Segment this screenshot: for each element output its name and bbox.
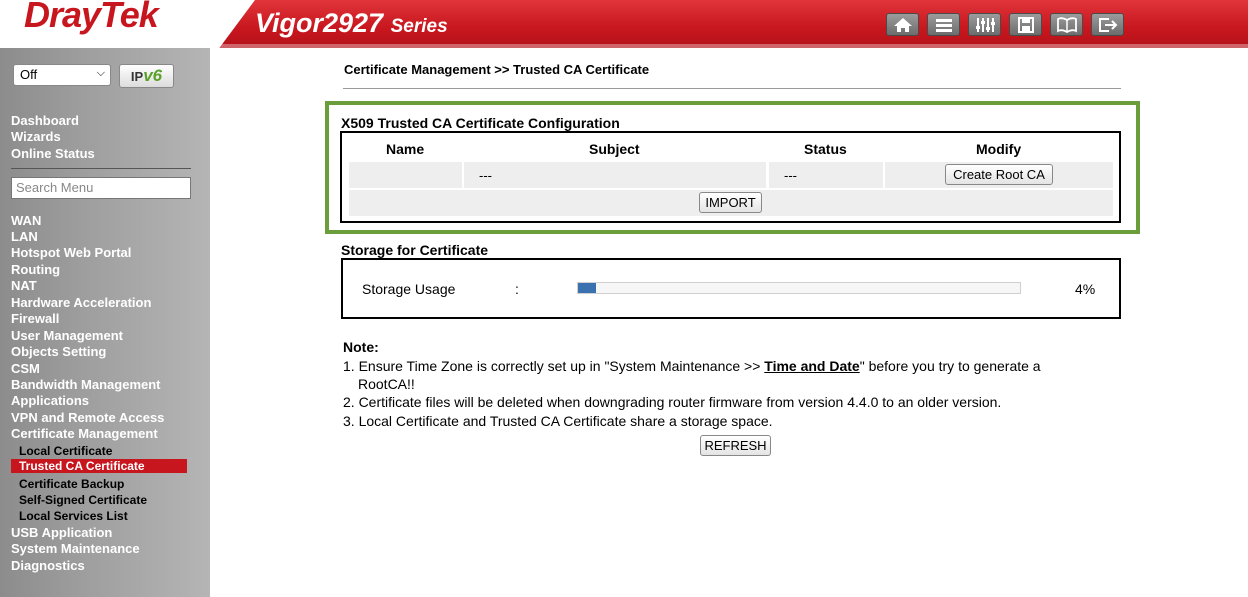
sidebar-item-nat[interactable]: NAT xyxy=(11,278,37,293)
top-header: DrayTek Vigor2927 Series xyxy=(0,0,1248,48)
sidebar-subitem-certificate-backup[interactable]: Certificate Backup xyxy=(19,477,124,491)
note-title: Note: xyxy=(343,339,379,355)
model-name: Vigor2927 Series xyxy=(255,8,448,38)
sidebar-item-system-maintenance[interactable]: System Maintenance xyxy=(11,541,140,556)
sidebar-item-hw-acceleration[interactable]: Hardware Acceleration xyxy=(11,295,151,310)
x509-section-title: X509 Trusted CA Certificate Configuratio… xyxy=(341,115,620,131)
search-menu-input[interactable]: Search Menu xyxy=(11,177,191,199)
ipv6-button[interactable]: IPv6 xyxy=(119,64,174,88)
sidebar-item-routing[interactable]: Routing xyxy=(11,262,60,277)
note-line-1-cont: RootCA!! xyxy=(358,376,415,392)
sidebar-subitem-local-certificate[interactable]: Local Certificate xyxy=(19,444,112,458)
storage-percent: 4% xyxy=(1075,281,1096,297)
sidebar-item-applications[interactable]: Applications xyxy=(11,393,89,408)
storage-section-title: Storage for Certificate xyxy=(341,242,489,258)
column-header-name: Name xyxy=(386,141,425,157)
sidebar-item-certificate-management[interactable]: Certificate Management xyxy=(11,426,158,441)
save-icon[interactable] xyxy=(1009,13,1042,36)
sidebar-divider xyxy=(11,168,191,169)
sidebar-item-firewall[interactable]: Firewall xyxy=(11,311,59,326)
sidebar-item-csm[interactable]: CSM xyxy=(11,361,40,376)
import-button[interactable]: IMPORT xyxy=(699,192,762,213)
sidebar-item-bandwidth[interactable]: Bandwidth Management xyxy=(11,377,161,392)
home-icon[interactable] xyxy=(886,13,919,36)
storage-progress-fill xyxy=(578,283,596,293)
sidebar-item-wan[interactable]: WAN xyxy=(11,213,41,228)
sidebar-item-online-status[interactable]: Online Status xyxy=(11,146,95,161)
logout-icon[interactable] xyxy=(1091,13,1124,36)
quick-start-icon[interactable] xyxy=(927,13,960,36)
column-header-status: Status xyxy=(804,141,847,157)
chevron-down-icon: ⌵ xyxy=(96,67,105,79)
sidebar-item-user-management[interactable]: User Management xyxy=(11,328,123,343)
sidebar-subitem-local-services[interactable]: Local Services List xyxy=(19,509,128,523)
sidebar-item-hotspot[interactable]: Hotspot Web Portal xyxy=(11,245,131,260)
storage-colon: : xyxy=(515,281,519,297)
storage-progress-bar xyxy=(577,282,1021,294)
sidebar-item-dashboard[interactable]: Dashboard xyxy=(11,113,79,128)
sidebar-subitem-trusted-ca[interactable]: Trusted CA Certificate xyxy=(11,459,187,473)
note-line-1: 1. Ensure Time Zone is correctly set up … xyxy=(343,358,1041,374)
draytek-logo: DrayTek xyxy=(24,0,159,35)
storage-usage-label: Storage Usage xyxy=(362,281,456,297)
sidebar-item-lan[interactable]: LAN xyxy=(11,229,38,244)
column-header-subject: Subject xyxy=(589,141,640,157)
column-header-modify: Modify xyxy=(976,141,1022,157)
note-line-2: 2. Certificate files will be deleted whe… xyxy=(343,394,1002,410)
note-line-3: 3. Local Certificate and Trusted CA Cert… xyxy=(343,413,773,429)
cell-subject xyxy=(464,162,766,188)
sidebar-subitem-self-signed[interactable]: Self-Signed Certificate xyxy=(19,493,147,507)
refresh-button[interactable]: REFRESH xyxy=(700,435,771,456)
sidebar-item-vpn[interactable]: VPN and Remote Access xyxy=(11,410,164,425)
toolbar xyxy=(886,13,1124,36)
equalizer-icon[interactable] xyxy=(968,13,1001,36)
create-root-ca-button[interactable]: Create Root CA xyxy=(945,164,1053,185)
sidebar-item-objects-setting[interactable]: Objects Setting xyxy=(11,344,106,359)
sidebar: Off ⌵ IPv6 Dashboard Wizards Online Stat… xyxy=(0,48,210,597)
breadcrumb-divider xyxy=(343,88,1121,89)
sidebar-item-diagnostics[interactable]: Diagnostics xyxy=(11,558,85,573)
time-and-date-link[interactable]: Time and Date xyxy=(764,358,859,374)
sidebar-item-usb-application[interactable]: USB Application xyxy=(11,525,112,540)
mode-select[interactable]: Off ⌵ xyxy=(13,64,111,86)
cell-name xyxy=(349,162,462,188)
sidebar-item-wizards[interactable]: Wizards xyxy=(11,129,61,144)
status-value: --- xyxy=(784,168,797,183)
breadcrumb: Certificate Management >> Trusted CA Cer… xyxy=(344,62,650,77)
book-icon[interactable] xyxy=(1050,13,1083,36)
subject-value: --- xyxy=(479,168,492,183)
